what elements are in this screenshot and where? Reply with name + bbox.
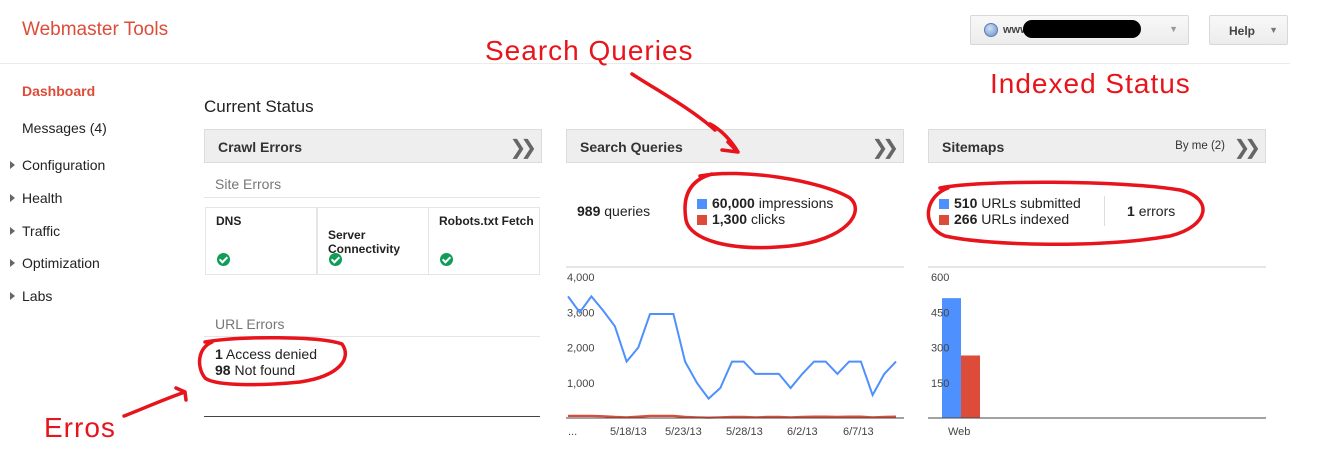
annotation-overlay: Search Queries Indexed Status Erros [44,35,1205,443]
annotation-arrow-queries [630,72,740,154]
annotation-circle-impressions [683,171,857,250]
annotation-indexed-status: Indexed Status [990,68,1191,99]
annotation-arrow-errors [122,386,188,418]
annotation-circle-url-errors [197,336,348,387]
annotation-errors: Erros [44,412,116,443]
annotation-search-queries: Search Queries [485,35,694,66]
annotation-circle-sitemaps [926,180,1205,246]
